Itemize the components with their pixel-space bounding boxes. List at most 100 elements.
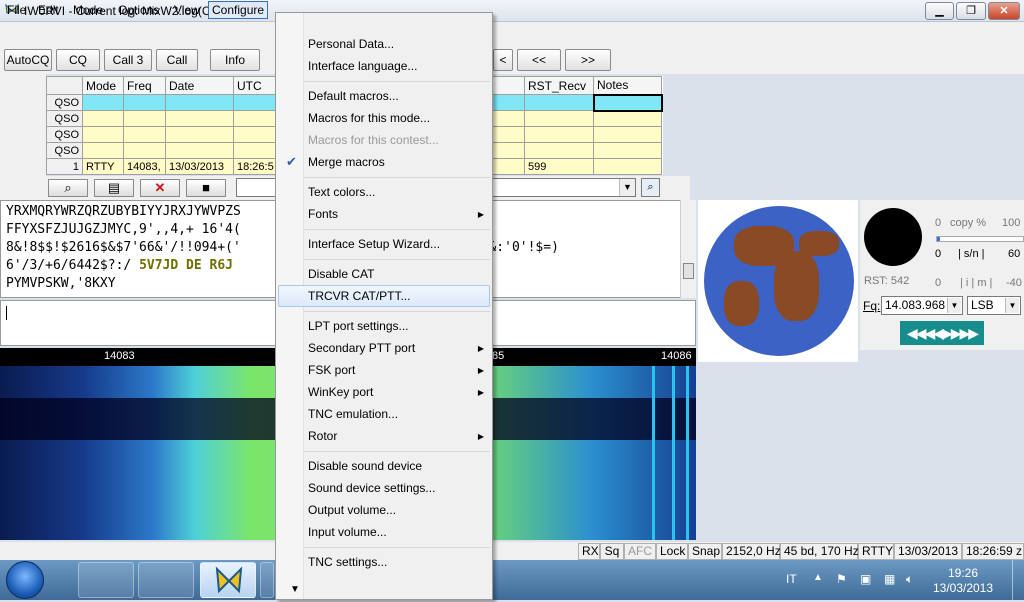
- menu-item-rotor[interactable]: Rotor: [308, 425, 337, 447]
- tuning-arrows[interactable]: ◀◀◀◀▶▶▶▶: [900, 321, 984, 345]
- menu-edit[interactable]: Edit: [38, 3, 59, 17]
- cell-rst[interactable]: [524, 110, 594, 127]
- cell-notes[interactable]: [593, 142, 662, 159]
- cell-mode[interactable]: [82, 94, 124, 111]
- delete-icon[interactable]: ✕: [140, 179, 180, 197]
- menu-item-default-macros[interactable]: Default macros...: [308, 85, 399, 107]
- info-button[interactable]: Info: [210, 49, 260, 71]
- clock[interactable]: 19:26 13/03/2013: [928, 566, 998, 596]
- cell-date[interactable]: [165, 126, 234, 143]
- volume-icon[interactable]: 🔈︎: [906, 572, 913, 587]
- menu-item-disable-cat[interactable]: Disable CAT: [308, 263, 374, 285]
- cell-date[interactable]: [165, 110, 234, 127]
- menu-item-tnc-settings[interactable]: TNC settings...: [308, 551, 387, 573]
- menu-item-disable-sound[interactable]: Disable sound device: [308, 455, 422, 477]
- cell-freq[interactable]: 14083,: [123, 158, 166, 175]
- sideband-select[interactable]: LSB ▼: [967, 296, 1021, 315]
- menu-item-output-volume[interactable]: Output volume...: [308, 499, 396, 521]
- menu-item-macros-mode[interactable]: Macros for this mode...: [308, 107, 430, 129]
- menu-configure[interactable]: Configure: [208, 1, 269, 19]
- card-icon[interactable]: ▤: [94, 179, 134, 197]
- cell-freq[interactable]: [123, 142, 166, 159]
- menu-file[interactable]: File: [7, 3, 26, 17]
- cell-freq[interactable]: [123, 94, 166, 111]
- media-player-icon[interactable]: [138, 562, 194, 598]
- cq-button[interactable]: CQ: [56, 49, 100, 71]
- status-baud[interactable]: 45 bd, 170 Hz: [780, 543, 859, 560]
- cell-rst[interactable]: [524, 142, 594, 159]
- menu-item-sound-settings[interactable]: Sound device settings...: [308, 477, 435, 499]
- column-freq[interactable]: Freq: [123, 76, 166, 95]
- menu-item-lpt-port[interactable]: LPT port settings...: [308, 315, 409, 337]
- save-icon[interactable]: ■: [186, 179, 226, 197]
- windows-start-icon[interactable]: [6, 561, 44, 599]
- chevron-down-icon[interactable]: ▼: [947, 298, 961, 313]
- menu-item-winkey-port[interactable]: WinKey port: [308, 381, 373, 403]
- status-lock[interactable]: Lock: [656, 543, 688, 560]
- language-indicator[interactable]: IT: [786, 572, 797, 586]
- column-notes[interactable]: Notes: [593, 76, 662, 95]
- cell-rst[interactable]: [524, 126, 594, 143]
- chevron-down-icon[interactable]: ▼: [1005, 298, 1019, 313]
- frequency-select[interactable]: 14.083.968 ▼: [881, 296, 963, 315]
- cell-notes[interactable]: [593, 158, 662, 175]
- cell-notes[interactable]: [593, 110, 662, 127]
- column-date[interactable]: Date: [165, 76, 234, 95]
- folder-icon[interactable]: [78, 562, 134, 598]
- cell-notes-selected[interactable]: [592, 93, 663, 112]
- chevron-down-icon[interactable]: ▼: [619, 179, 635, 196]
- device-icon[interactable]: ▣: [860, 572, 871, 586]
- network-icon[interactable]: ▦: [884, 572, 895, 586]
- show-hidden-icons[interactable]: ▲: [813, 572, 823, 583]
- menu-item-input-volume[interactable]: Input volume...: [308, 521, 387, 543]
- minimize-button[interactable]: ▁: [925, 2, 954, 20]
- cell-rst[interactable]: [524, 94, 594, 111]
- rx-callsign-highlight[interactable]: 5V7JD DE R6J: [139, 258, 233, 273]
- cell-freq[interactable]: [123, 126, 166, 143]
- cell-freq[interactable]: [123, 110, 166, 127]
- flag-icon[interactable]: ⚑: [836, 572, 847, 586]
- receive-scrollbar[interactable]: [680, 200, 696, 298]
- menu-item-fonts[interactable]: Fonts: [308, 203, 338, 225]
- menu-view[interactable]: View: [174, 3, 200, 17]
- menu-item-fsk-port[interactable]: FSK port: [308, 359, 355, 381]
- cell-date[interactable]: [165, 94, 234, 111]
- menu-item-tnc-emulation[interactable]: TNC emulation...: [308, 403, 398, 425]
- prev-button[interactable]: <: [493, 49, 513, 71]
- menu-item-trcvr-cat-ptt[interactable]: TRCVR CAT/PTT...: [308, 285, 410, 307]
- menu-item-secondary-ptt[interactable]: Secondary PTT port: [308, 337, 415, 359]
- menu-scroll-down-icon[interactable]: ▼: [290, 579, 300, 601]
- autocq-button[interactable]: AutoCQ: [4, 49, 52, 71]
- column-mode[interactable]: Mode: [82, 76, 124, 95]
- status-rx[interactable]: RX: [578, 543, 600, 560]
- cell-mode[interactable]: RTTY: [82, 158, 124, 175]
- status-mode[interactable]: RTTY: [858, 543, 894, 560]
- call3-button[interactable]: Call 3: [104, 49, 152, 71]
- show-desktop-button[interactable]: [1012, 560, 1024, 600]
- menu-options[interactable]: Options: [118, 3, 159, 17]
- maximize-button[interactable]: ❐: [956, 2, 986, 20]
- menu-item-personal-data[interactable]: Personal Data...: [308, 33, 394, 55]
- cell-mode[interactable]: [82, 142, 124, 159]
- search-icon[interactable]: ⌕: [641, 178, 660, 197]
- cell-date[interactable]: [165, 142, 234, 159]
- status-offset[interactable]: 2152,0 Hz: [722, 543, 781, 560]
- menu-item-setup-wizard[interactable]: Interface Setup Wizard...: [308, 233, 440, 255]
- cell-mode[interactable]: [82, 126, 124, 143]
- call-button[interactable]: Call: [156, 49, 198, 71]
- butterfly-taskbar-icon[interactable]: [200, 562, 256, 598]
- menu-item-text-colors[interactable]: Text colors...: [308, 181, 375, 203]
- world-map-globe[interactable]: [704, 206, 854, 356]
- cell-date[interactable]: 13/03/2013: [165, 158, 234, 175]
- rewind-button[interactable]: <<: [517, 49, 561, 71]
- scrollbar-thumb[interactable]: [683, 263, 694, 279]
- cell-mode[interactable]: [82, 110, 124, 127]
- menu-item-merge-macros[interactable]: Merge macros: [308, 151, 385, 173]
- menu-item-interface-language[interactable]: Interface language...: [308, 55, 417, 77]
- status-squelch[interactable]: Sq: [600, 543, 624, 560]
- binoculars-icon[interactable]: ⌕: [48, 179, 88, 197]
- cell-rst[interactable]: 599: [524, 158, 594, 175]
- cell-notes[interactable]: [593, 126, 662, 143]
- menu-mode[interactable]: Mode: [73, 3, 103, 17]
- status-afc[interactable]: AFC: [624, 543, 656, 560]
